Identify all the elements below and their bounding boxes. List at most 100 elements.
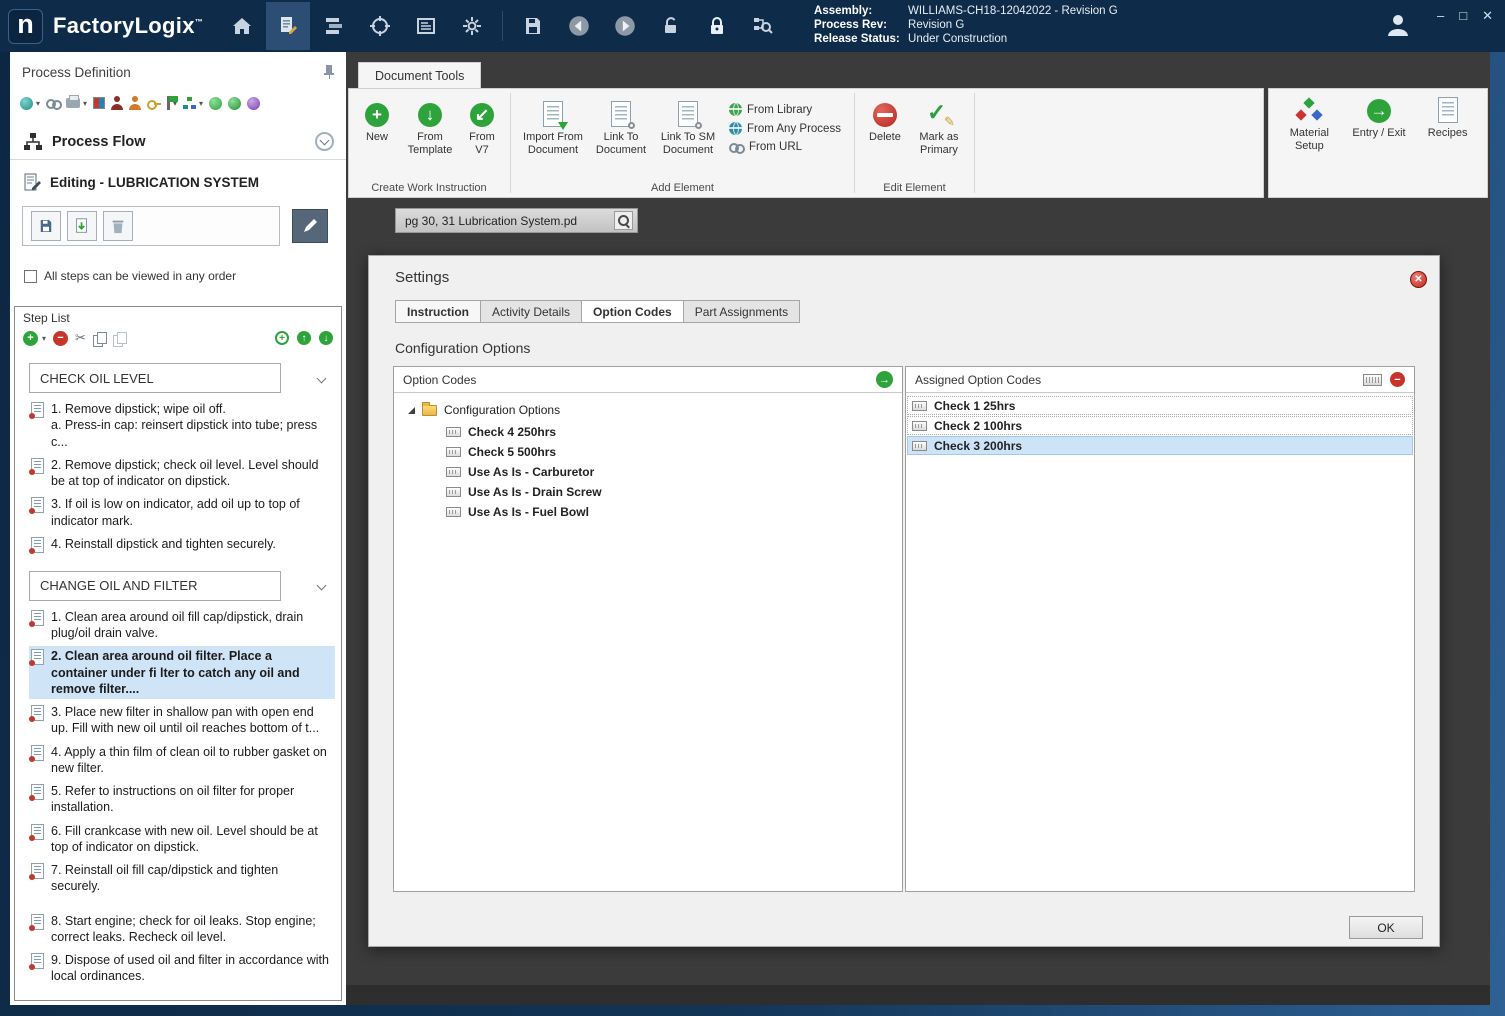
home-button[interactable] bbox=[220, 2, 264, 50]
user-red-icon[interactable] bbox=[111, 96, 123, 110]
audit-search-button[interactable] bbox=[741, 2, 785, 50]
step-item[interactable]: 8. Start engine; check for oil leaks. St… bbox=[29, 911, 335, 948]
group-title[interactable]: CHECK OIL LEVEL bbox=[29, 363, 281, 393]
move-step-down-button[interactable]: ↓ bbox=[319, 331, 333, 345]
assigned-item[interactable]: Check 1 25hrs bbox=[907, 396, 1413, 415]
tree-item[interactable]: Check 5 500hrs bbox=[394, 442, 902, 462]
copy-icon[interactable] bbox=[93, 332, 106, 345]
ok-button[interactable]: OK bbox=[1349, 916, 1423, 939]
tree-item[interactable]: Use As Is - Fuel Bowl bbox=[394, 502, 902, 522]
pin-icon[interactable] bbox=[324, 65, 334, 80]
sphere-icon[interactable] bbox=[20, 97, 33, 110]
save-document-button[interactable] bbox=[31, 211, 61, 241]
from-library-link[interactable]: From Library bbox=[729, 103, 841, 116]
step-item[interactable]: 6. Fill crankcase with new oil. Level sh… bbox=[29, 821, 335, 858]
from-v7-button[interactable]: ↙ From V7 bbox=[461, 93, 503, 158]
new-button[interactable]: + New bbox=[355, 93, 399, 146]
tab-part-assignments[interactable]: Part Assignments bbox=[683, 300, 800, 323]
tab-option-codes[interactable]: Option Codes bbox=[581, 300, 683, 323]
move-step-up-button[interactable]: ↑ bbox=[297, 331, 311, 345]
assigned-item[interactable]: Check 2 100hrs bbox=[907, 416, 1413, 435]
tree-item[interactable]: Check 4 250hrs bbox=[394, 422, 902, 442]
process-flow-row[interactable]: Process Flow bbox=[10, 124, 346, 160]
chevron-down-icon[interactable] bbox=[317, 581, 327, 591]
expander-icon[interactable] bbox=[408, 407, 415, 414]
caret-icon[interactable]: ▾ bbox=[199, 99, 203, 108]
key-icon[interactable] bbox=[147, 100, 161, 107]
step-group-header[interactable]: CHANGE OIL AND FILTER bbox=[29, 571, 331, 601]
step-item[interactable]: 7. Reinstall oil fill cap/dipstick and t… bbox=[29, 860, 335, 897]
step-item[interactable]: 4. Apply a thin film of clean oil to rub… bbox=[29, 742, 335, 779]
maximize-button[interactable]: □ bbox=[1459, 8, 1467, 24]
from-template-button[interactable]: ↓ From Template bbox=[402, 93, 458, 158]
delete-document-button[interactable] bbox=[103, 211, 133, 241]
process-stack-button[interactable] bbox=[312, 2, 356, 50]
step-item[interactable]: 1. Remove dipstick; wipe oil off. a. Pre… bbox=[29, 399, 335, 452]
caret-icon[interactable]: ▾ bbox=[42, 334, 46, 343]
tree-icon[interactable] bbox=[183, 97, 196, 110]
paste-icon[interactable] bbox=[113, 332, 126, 345]
mark-as-primary-button[interactable]: ✓✎ Mark as Primary bbox=[911, 93, 967, 158]
printer-icon[interactable] bbox=[66, 98, 80, 108]
tree-root-configuration-options[interactable]: Configuration Options bbox=[394, 401, 902, 422]
close-button[interactable]: ✕ bbox=[1482, 8, 1493, 24]
step-item[interactable]: 1. Clean area around oil fill cap/dipsti… bbox=[29, 607, 335, 644]
document-page-tab[interactable]: pg 30, 31 Lubrication System.pd bbox=[395, 208, 638, 233]
step-item[interactable]: 3. If oil is low on indicator, add oil u… bbox=[29, 494, 335, 531]
work-instructions-button[interactable] bbox=[266, 2, 310, 50]
lock-button[interactable] bbox=[695, 2, 739, 50]
recipes-button[interactable]: Recipes bbox=[1422, 89, 1474, 197]
settings-button[interactable] bbox=[450, 2, 494, 50]
collapse-button[interactable] bbox=[315, 132, 334, 151]
step-item[interactable]: 5. Refer to instructions on oil filter f… bbox=[29, 781, 335, 818]
step-group-header[interactable]: CHECK OIL LEVEL bbox=[29, 363, 331, 393]
link-to-sm-document-button[interactable]: Link To SM Document bbox=[654, 93, 722, 158]
assigned-item-selected[interactable]: Check 3 200hrs bbox=[907, 436, 1413, 455]
caret-icon[interactable]: ▾ bbox=[36, 99, 40, 108]
chevron-down-icon[interactable] bbox=[317, 373, 327, 383]
save-button[interactable] bbox=[511, 2, 555, 50]
remove-step-button[interactable]: − bbox=[53, 331, 68, 346]
any-order-checkbox[interactable] bbox=[24, 270, 37, 283]
step-item[interactable]: 4. Reinstall dipstick and tighten secure… bbox=[29, 534, 335, 555]
documents-button[interactable] bbox=[404, 2, 448, 50]
cut-icon[interactable]: ✂ bbox=[75, 330, 86, 346]
step-item[interactable]: 9. Dispose of used oil and filter in acc… bbox=[29, 950, 335, 987]
unlock-button[interactable] bbox=[649, 2, 693, 50]
user-account-button[interactable] bbox=[1383, 10, 1413, 45]
tab-activity-details[interactable]: Activity Details bbox=[480, 300, 581, 323]
sphere-purple-icon[interactable] bbox=[247, 97, 260, 110]
tab-instruction[interactable]: Instruction bbox=[395, 300, 480, 323]
group-title[interactable]: CHANGE OIL AND FILTER bbox=[29, 571, 281, 601]
zoom-document-button[interactable] bbox=[614, 211, 633, 230]
remove-assigned-button[interactable]: − bbox=[1390, 372, 1405, 387]
edit-instruction-button[interactable] bbox=[292, 209, 328, 243]
layout-icon[interactable] bbox=[93, 97, 105, 109]
sphere-green2-icon[interactable] bbox=[228, 97, 241, 110]
flag-icon[interactable] bbox=[167, 96, 170, 110]
dialog-close-button[interactable]: ✕ bbox=[1410, 271, 1427, 288]
forward-button[interactable] bbox=[603, 2, 647, 50]
delete-element-button[interactable]: Delete bbox=[862, 93, 908, 146]
from-url-link[interactable]: From URL bbox=[729, 141, 841, 153]
tree-item[interactable]: Use As Is - Carburetor bbox=[394, 462, 902, 482]
step-item[interactable]: 2. Remove dipstick; check oil level. Lev… bbox=[29, 455, 335, 492]
assign-option-button[interactable]: → bbox=[876, 371, 893, 388]
from-any-process-link[interactable]: From Any Process bbox=[729, 122, 841, 135]
link-icon[interactable] bbox=[46, 99, 60, 108]
document-tools-tab[interactable]: Document Tools bbox=[358, 62, 481, 88]
entry-exit-button[interactable]: → Entry / Exit bbox=[1347, 89, 1411, 197]
minimize-button[interactable]: – bbox=[1437, 8, 1444, 24]
caret-icon[interactable]: ▾ bbox=[83, 99, 87, 108]
tree-item[interactable]: Use As Is - Drain Screw bbox=[394, 482, 902, 502]
sphere-green-icon[interactable] bbox=[209, 97, 222, 110]
material-setup-button[interactable]: Material Setup bbox=[1282, 89, 1336, 197]
import-document-button[interactable] bbox=[67, 211, 97, 241]
import-from-document-button[interactable]: Import From Document bbox=[518, 93, 588, 158]
back-button[interactable] bbox=[557, 2, 601, 50]
user-orange-icon[interactable] bbox=[129, 96, 141, 110]
zoom-step-button[interactable]: + bbox=[275, 331, 289, 345]
form-icon[interactable] bbox=[1363, 374, 1382, 386]
link-to-document-button[interactable]: Link To Document bbox=[591, 93, 651, 158]
step-item-selected[interactable]: 2. Clean area around oil filter. Place a… bbox=[29, 646, 335, 699]
